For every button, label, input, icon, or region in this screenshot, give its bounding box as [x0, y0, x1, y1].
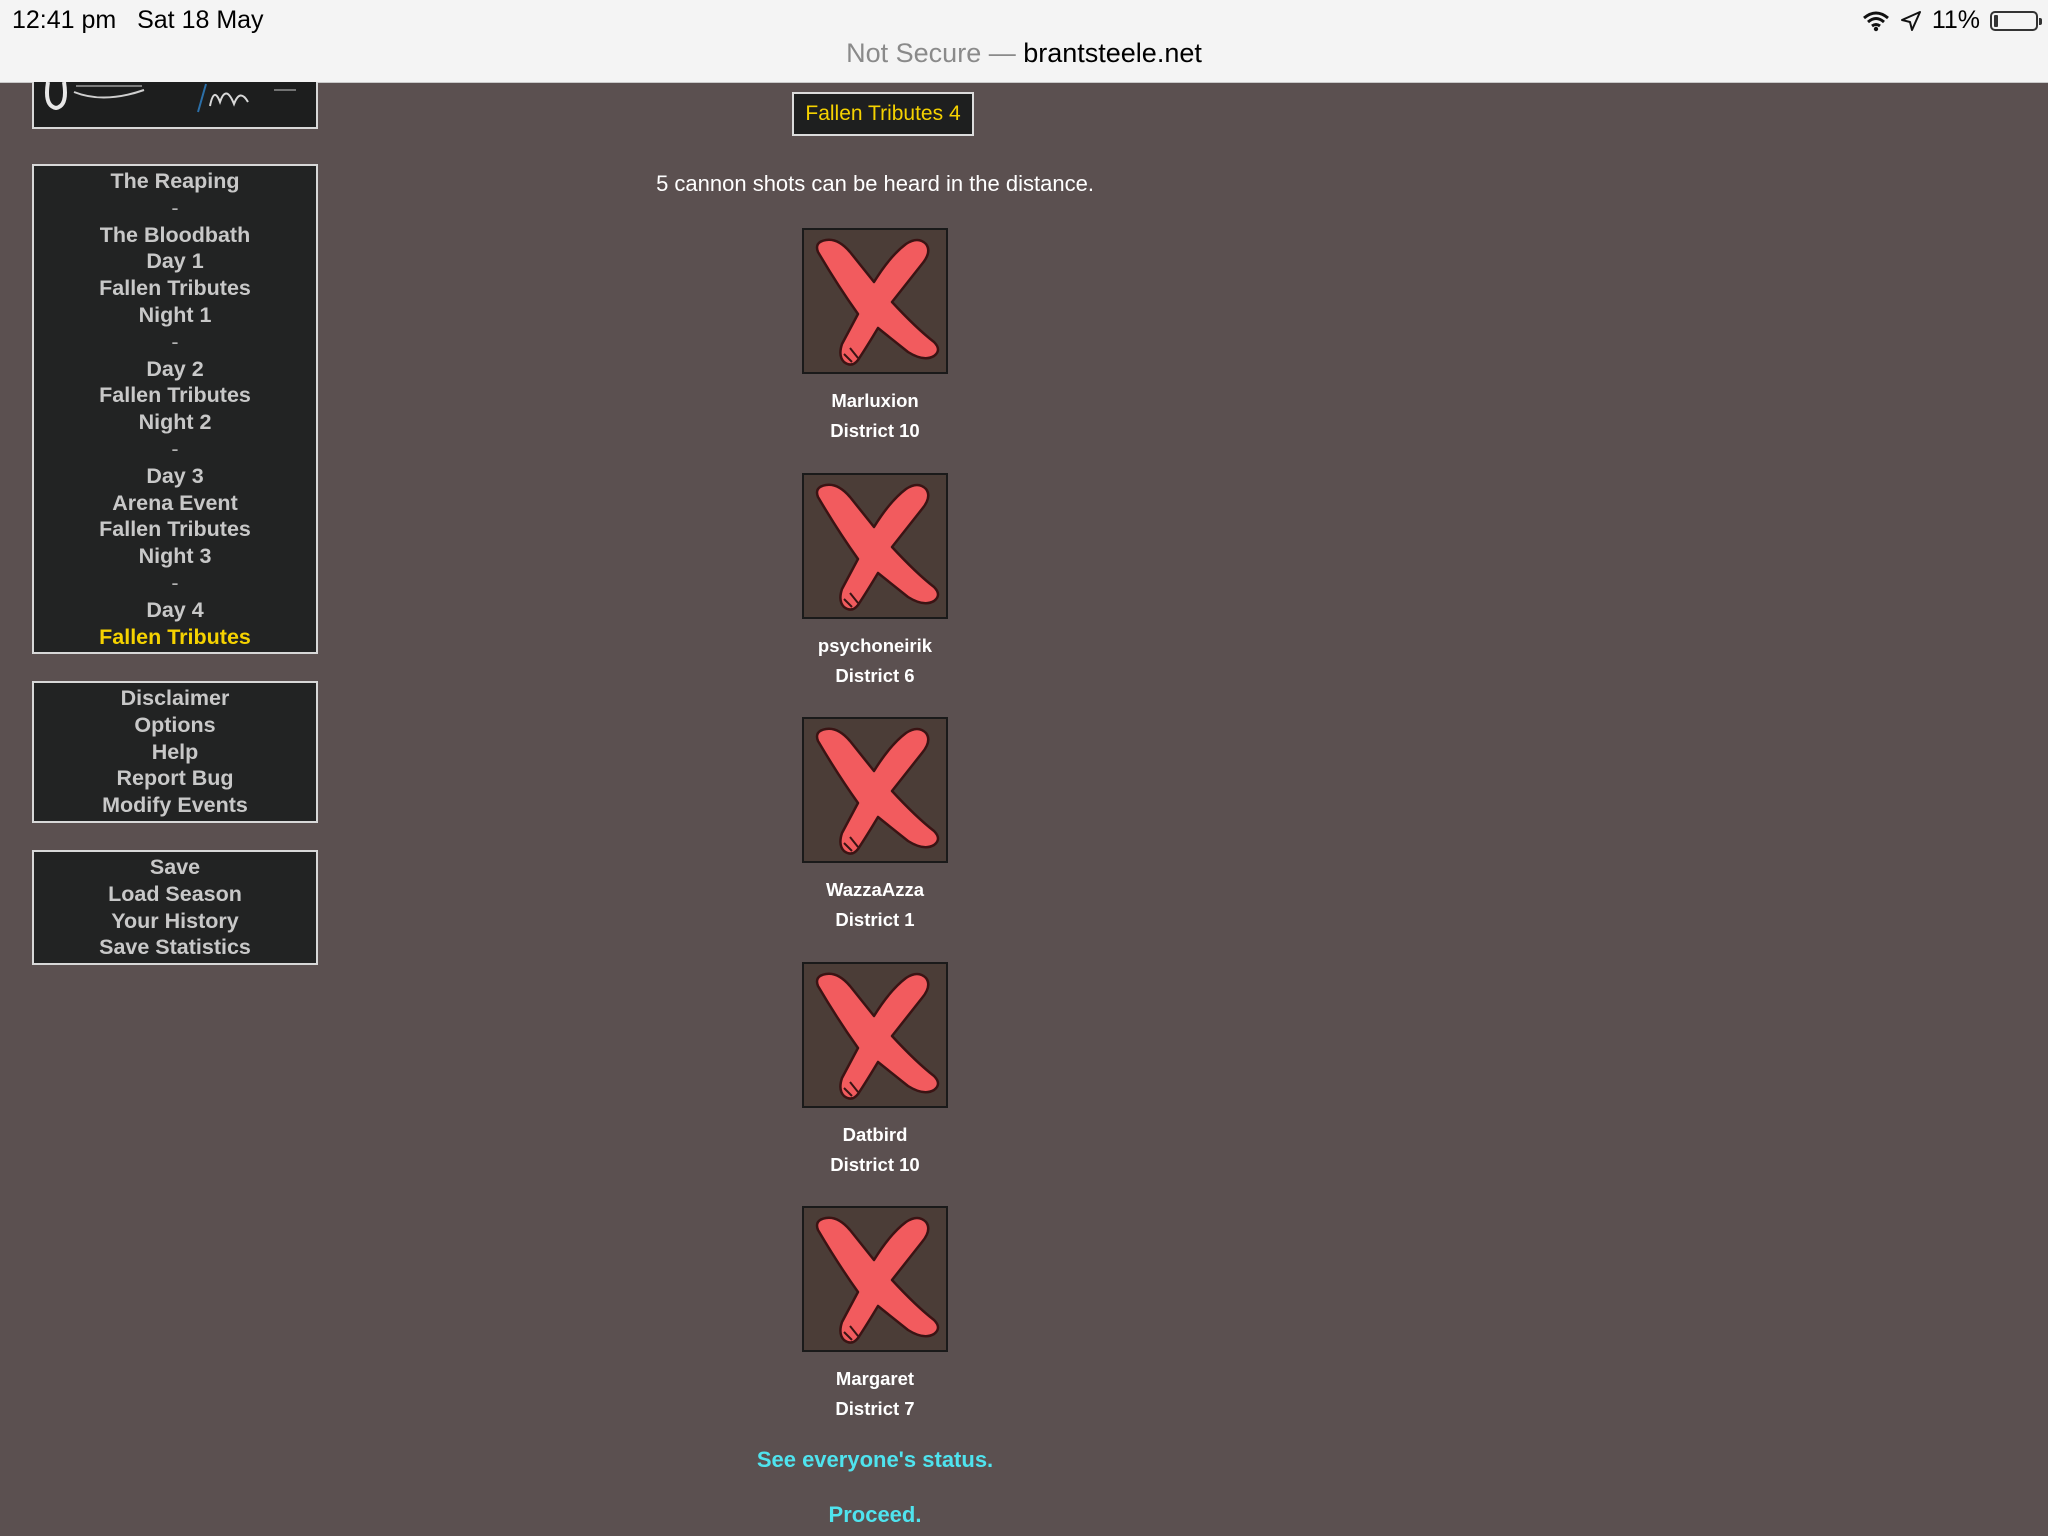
tribute-name: psychoneirik: [817, 634, 933, 656]
logo-graphic: [45, 82, 296, 113]
nav-item-night-1[interactable]: Night 1: [34, 302, 316, 329]
nav-save-box: Save Load Season Your History Save Statisti…: [32, 850, 318, 966]
nav-item-day-2[interactable]: Day 2: [34, 356, 316, 383]
wifi-icon: [1862, 11, 1889, 31]
page-title: Fallen Tributes 4: [792, 92, 974, 136]
status-time: 12:41 pm: [12, 6, 117, 34]
security-label: Not Secure —: [846, 38, 1016, 68]
nav-item-day-4[interactable]: Day 4: [34, 597, 316, 624]
nav-separator: -: [171, 195, 179, 220]
nav-item-load-season[interactable]: Load Season: [34, 881, 316, 908]
nav-separator: -: [171, 570, 179, 595]
tribute-card: Margaret District 7: [802, 1206, 948, 1424]
nav-separator: -: [171, 436, 179, 461]
tribute-district: District 6: [835, 664, 915, 686]
nav-item-fallen-tributes[interactable]: Fallen Tributes: [34, 382, 316, 409]
nav-item-night-3[interactable]: Night 3: [34, 543, 316, 570]
status-bar: 12:41 pm Sat 18 May 11% Not Secure — bra…: [0, 0, 2048, 83]
battery-icon: [1990, 10, 2042, 31]
nav-separator: -: [171, 329, 179, 354]
location-icon: [1900, 10, 1921, 31]
nav-item-save[interactable]: Save: [34, 854, 316, 881]
tribute-name: Margaret: [835, 1368, 915, 1389]
address-bar[interactable]: Not Secure — brantsteele.net: [0, 38, 2048, 69]
nav-item-fallen-tributes[interactable]: Fallen Tributes: [34, 516, 316, 543]
nav-item-fallen-tributes[interactable]: Fallen Tributes: [34, 624, 316, 651]
nav-info-box: Disclaimer Options Help Report Bug Modify Ev…: [32, 681, 318, 823]
status-date: Sat 18 May: [137, 6, 264, 34]
tribute-card: Marluxion District 10: [802, 228, 948, 446]
tribute-card: WazzaAzza District 1: [802, 717, 948, 935]
fallen-x-icon: [802, 717, 948, 863]
battery-percent: 11%: [1931, 6, 1980, 34]
tribute-district: District 10: [830, 420, 920, 441]
nav-item-arena-event[interactable]: Arena Event: [34, 490, 316, 517]
tribute-name: Datbird: [842, 1123, 908, 1145]
nav-main-box: The Reaping - The Bloodbath Day 1 Fallen Tri…: [32, 164, 318, 655]
nav-item-modify-events[interactable]: Modify Events: [34, 792, 316, 819]
nav-item-the-bloodbath[interactable]: The Bloodbath: [34, 222, 316, 249]
nav-item-options[interactable]: Options: [34, 712, 316, 739]
tribute-district: District 10: [830, 1153, 920, 1175]
tribute-district: District 1: [835, 909, 915, 930]
nav-item-save-statistics[interactable]: Save Statistics: [34, 934, 316, 961]
cannon-message: 5 cannon shots can be heard in the dista…: [656, 171, 1094, 196]
nav-item-disclaimer[interactable]: Disclaimer: [34, 685, 316, 712]
url-domain: brantsteele.net: [1023, 38, 1202, 68]
nav-item-day-3[interactable]: Day 3: [34, 463, 316, 490]
nav-item-help[interactable]: Help: [34, 739, 316, 766]
nav-item-report-bug[interactable]: Report Bug: [34, 765, 316, 792]
fallen-x-icon: [802, 961, 948, 1108]
nav-item-night-2[interactable]: Night 2: [34, 409, 316, 436]
fallen-x-icon: [802, 1206, 948, 1352]
nav-item-your-history[interactable]: Your History: [34, 908, 316, 935]
fallen-x-icon: [802, 472, 948, 619]
tribute-name: Marluxion: [831, 390, 919, 411]
see-status-link[interactable]: See everyone's status.: [0, 1447, 1750, 1473]
tribute-name: WazzaAzza: [825, 879, 924, 900]
tribute-card: psychoneirik District 6: [802, 472, 948, 691]
nav-item-day-1[interactable]: Day 1: [34, 248, 316, 275]
proceed-link[interactable]: Proceed.: [0, 1502, 1750, 1528]
status-clock: 12:41 pm Sat 18 May: [12, 6, 264, 35]
site-logo[interactable]: [32, 82, 318, 129]
tribute-district: District 7: [835, 1398, 915, 1419]
nav-item-fallen-tributes[interactable]: Fallen Tributes: [34, 275, 316, 302]
tribute-card: Datbird District 10: [802, 961, 948, 1180]
status-indicators: 11%: [1862, 6, 2042, 35]
fallen-x-icon: [802, 228, 948, 374]
